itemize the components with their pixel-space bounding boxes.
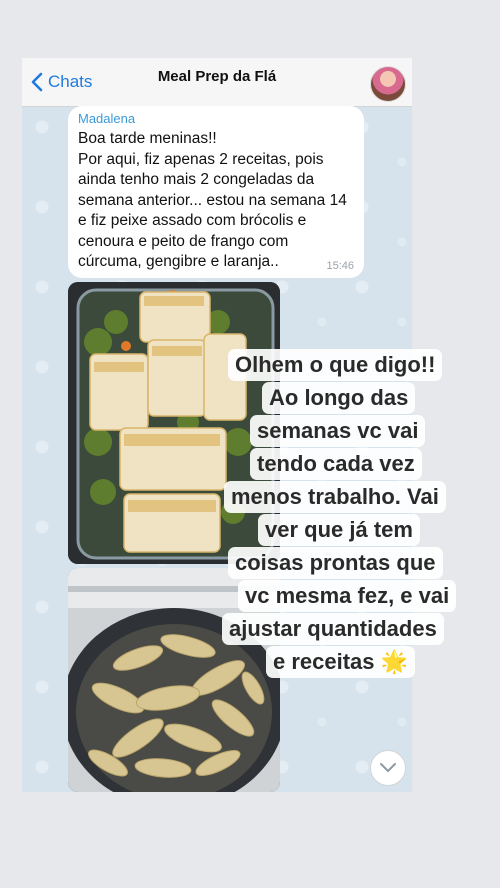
photo-baked-fish[interactable]	[68, 282, 280, 564]
message-time: 15:46	[326, 260, 354, 272]
message-text: Boa tarde meninas!! Por aqui, fiz apenas…	[78, 130, 347, 270]
photo-turmeric-chicken[interactable]	[68, 568, 280, 792]
chevron-down-icon	[380, 763, 396, 772]
avatar[interactable]	[370, 66, 406, 102]
chat-title[interactable]: Meal Prep da Flá	[22, 68, 412, 85]
scroll-down-button[interactable]	[370, 750, 406, 786]
message-sender[interactable]: Madalena	[78, 111, 354, 126]
chicken-image	[68, 568, 280, 792]
baked-fish-image	[68, 282, 280, 564]
message-bubble[interactable]: Madalena Boa tarde meninas!! Por aqui, f…	[68, 106, 364, 278]
chat-screen: Chats Meal Prep da Flá Madalena Boa tard…	[22, 58, 412, 792]
chat-header: Chats Meal Prep da Flá	[22, 58, 412, 107]
